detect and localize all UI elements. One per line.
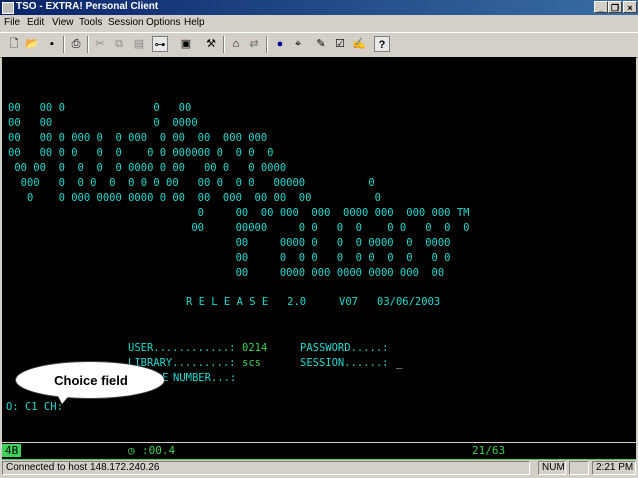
edit-icon[interactable]: ✎ xyxy=(313,36,329,52)
toolbar: 🗋 📂 ▪ ⎙ ✂ ⧉ ▤ ⊶ ▣ ⚒ ⌂ ⇄ ● ⌖ ✎ ☑ ✍ ? xyxy=(0,32,638,58)
toolbar-separator xyxy=(266,36,268,53)
dot-icon[interactable]: ● xyxy=(272,36,288,52)
logo-line: 00 0 0 0 0 0 0 0 0 0 0 xyxy=(8,252,451,264)
release-label: R E L E A S E 2.0 xyxy=(186,296,307,308)
open-folder-icon[interactable]: 📂 xyxy=(24,36,40,52)
toolbar-separator xyxy=(63,36,65,53)
logo-line: 000 0 0 0 0 0 0 0 00 00 0 0 0 00000 0 xyxy=(8,177,375,189)
transfer-icon[interactable]: ⇄ xyxy=(246,36,262,52)
callout-tail xyxy=(56,392,72,404)
choice-field-callout: Choice field xyxy=(15,361,165,404)
macro-icon[interactable]: ⌂ xyxy=(228,36,244,52)
restore-button[interactable]: ❐ xyxy=(608,1,622,13)
user-label: USER............: xyxy=(128,342,236,354)
paste-icon[interactable]: ▤ xyxy=(131,36,147,52)
logo-line: 00 00 0 0 00 xyxy=(8,102,192,114)
logo-line: 00 00 0 0000 xyxy=(8,117,198,129)
menu-file[interactable]: File xyxy=(4,17,20,28)
callout-text: Choice field xyxy=(54,373,128,388)
version-label: V07 xyxy=(339,296,358,308)
check-icon[interactable]: ☑ xyxy=(332,36,348,52)
session-indicator: 4B xyxy=(2,444,22,457)
minimize-button[interactable]: _ xyxy=(594,1,608,13)
logo-line: 00 0000 000 0000 0000 000 00 xyxy=(8,267,445,279)
logo-line: 00 00000 0 0 0 0 0 0 0 0 0 xyxy=(8,222,470,234)
close-button[interactable]: × xyxy=(623,1,637,13)
release-date: 03/06/2003 xyxy=(377,296,441,308)
help-icon[interactable]: ? xyxy=(374,36,390,52)
logo-line: 0 0 000 0000 0000 0 00 00 000 00 00 00 0 xyxy=(8,192,381,204)
user-field[interactable]: 0214 xyxy=(242,342,267,354)
logo-line: 00 00 0 000 0 0 000 0 00 00 000 000 xyxy=(8,132,268,144)
window-title: TSO - EXTRA! Personal Client xyxy=(16,1,159,12)
logo-line: 0 00 00 000 000 0000 000 000 000 TM xyxy=(8,207,470,219)
menu-help[interactable]: Help xyxy=(184,17,205,28)
logo-line: 00 0000 0 0 0 0000 0 0000 xyxy=(8,237,451,249)
connection-status: Connected to host 148.172.240.26 xyxy=(2,461,530,475)
mouse-icon[interactable]: ⌖ xyxy=(290,36,306,52)
library-field[interactable]: scs xyxy=(242,357,261,369)
menu-view[interactable]: View xyxy=(52,17,74,28)
print-icon[interactable]: ⎙ xyxy=(68,36,84,52)
clock-icon: ◷ xyxy=(128,444,135,457)
menu-tools[interactable]: Tools xyxy=(79,17,102,28)
copy-icon[interactable]: ⧉ xyxy=(111,36,127,52)
response-time: :00.4 xyxy=(142,444,176,457)
menu-options[interactable]: Options xyxy=(146,17,180,28)
number-label: NUMBER...: xyxy=(173,372,237,384)
num-lock-indicator: NUM xyxy=(538,461,566,475)
toolbar-separator xyxy=(87,36,89,53)
new-document-icon[interactable]: 🗋 xyxy=(6,36,22,52)
menu-session[interactable]: Session xyxy=(108,17,144,28)
toolbar-separator xyxy=(223,36,225,53)
command-line[interactable]: O: C1 CH: xyxy=(6,401,63,413)
status-clock: 2:21 PM xyxy=(592,461,636,475)
connect-icon[interactable]: ⊶ xyxy=(152,36,168,52)
password-label: PASSWORD.....: xyxy=(300,342,389,354)
menu-bar: File Edit View Tools Session Options Hel… xyxy=(0,15,638,31)
app-icon[interactable] xyxy=(2,2,14,14)
logo-line: 00 00 0 0 0 0 0 0 000000 0 0 0 0 xyxy=(8,147,274,159)
status-bar: Connected to host 148.172.240.26 NUM 2:2… xyxy=(0,460,638,478)
logo-line: 00 00 0 0 0 0 0000 0 00 00 0 0 0000 xyxy=(8,162,287,174)
signature-icon[interactable]: ✍ xyxy=(351,36,367,52)
tools-icon[interactable]: ⚒ xyxy=(203,36,219,52)
save-icon[interactable]: ▪ xyxy=(44,36,60,52)
session-field[interactable]: _ xyxy=(396,357,402,369)
cursor-position: 21/63 xyxy=(472,444,506,457)
cut-icon[interactable]: ✂ xyxy=(92,36,108,52)
status-pane-empty xyxy=(569,461,589,475)
operator-info-area: 4B ◷ :00.4 21/63 xyxy=(2,443,636,459)
open-session-icon[interactable]: ▣ xyxy=(178,36,194,52)
title-bar: TSO - EXTRA! Personal Client _ ❐ × xyxy=(0,0,638,15)
session-label: SESSION......: xyxy=(300,357,389,369)
menu-edit[interactable]: Edit xyxy=(27,17,44,28)
